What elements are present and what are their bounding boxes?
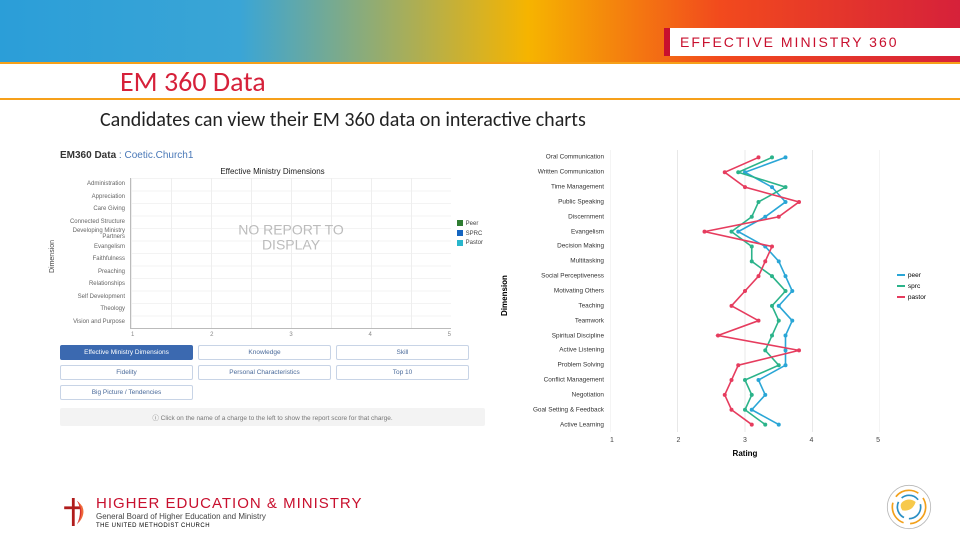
left-legend-item: SPRC (457, 230, 483, 240)
left-chart-area[interactable]: AdministrationAppreciationCare GivingCon… (130, 178, 451, 329)
right-y-category: Spiritual Discipline (502, 332, 604, 339)
right-y-category: Active Listening (502, 347, 604, 354)
left-y-category: Connected Structure (61, 219, 125, 225)
org-church: THE UNITED METHODIST CHURCH (96, 523, 362, 530)
right-y-axis-label: Dimension (500, 275, 509, 316)
left-x-tick: 4 (368, 332, 371, 338)
org-block: HIGHER EDUCATION & MINISTRY General Boar… (96, 495, 362, 530)
left-y-category: Care Giving (61, 206, 125, 212)
left-tab[interactable]: Knowledge (198, 345, 331, 360)
org-sub: General Board of Higher Education and Mi… (96, 512, 362, 521)
left-x-tick: 3 (289, 332, 292, 338)
right-y-category: Goal Setting & Feedback (502, 406, 604, 413)
right-y-category: Discernment (502, 213, 604, 220)
left-header-prefix: EM360 Data (60, 150, 116, 161)
cross-flame-icon (60, 495, 88, 529)
no-report-text: NO REPORT TO DISPLAY (211, 223, 371, 254)
left-y-category: Vision and Purpose (61, 319, 125, 325)
left-hint: Click on the name of a charge to the lef… (60, 408, 485, 426)
right-y-category: Conflict Management (502, 377, 604, 384)
left-chart-title: Effective Ministry Dimensions (60, 167, 485, 176)
title-bar: EM 360 Data (0, 62, 960, 100)
right-y-category: Motivating Others (502, 288, 604, 295)
right-x-tick: 1 (610, 437, 614, 444)
right-legend: peersprcpastor (897, 270, 926, 303)
right-x-tick: 3 (743, 437, 747, 444)
right-legend-item: peer (897, 270, 926, 281)
left-legend: PeerSPRCPastor (457, 220, 483, 249)
left-tab[interactable]: Effective Ministry Dimensions (60, 345, 193, 360)
right-y-category: Negotiation (502, 391, 604, 398)
page-title: EM 360 Data (120, 64, 266, 99)
footer: HIGHER EDUCATION & MINISTRY General Boar… (60, 495, 362, 530)
left-y-category: Faithfulness (61, 256, 125, 262)
right-y-category: Evangelism (502, 228, 604, 235)
left-x-ticks: 1 2 3 4 5 (131, 332, 451, 338)
right-x-tick: 5 (876, 437, 880, 444)
org-main: HIGHER EDUCATION & MINISTRY (96, 495, 362, 512)
right-plot-area[interactable]: Oral CommunicationWritten CommunicationT… (610, 150, 880, 432)
left-legend-item: Peer (457, 220, 483, 230)
left-x-tick: 1 (131, 332, 134, 338)
right-x-axis-label: Rating (733, 449, 758, 458)
left-tab[interactable]: Skill (336, 345, 469, 360)
left-tab[interactable]: Personal Characteristics (198, 365, 331, 380)
left-screenshot-panel: EM360 Data : Coetic.Church1 Effective Mi… (60, 150, 485, 450)
left-y-category: Evangelism (61, 244, 125, 250)
right-y-category: Written Communication (502, 169, 604, 176)
right-y-category: Social Perceptiveness (502, 273, 604, 280)
left-y-category: Self Development (61, 294, 125, 300)
globe-icon (884, 482, 934, 532)
brand-box: EFFECTIVE MINISTRY 360 (664, 28, 960, 56)
left-x-tick: 5 (448, 332, 451, 338)
right-y-category: Time Management (502, 184, 604, 191)
right-y-category: Teamwork (502, 317, 604, 324)
right-y-category: Oral Communication (502, 154, 604, 161)
right-y-category: Public Speaking (502, 198, 604, 205)
left-legend-item: Pastor (457, 239, 483, 249)
right-y-category: Problem Solving (502, 362, 604, 369)
left-tab[interactable]: Fidelity (60, 365, 193, 380)
left-y-category: Appreciation (61, 194, 125, 200)
left-header-context: Coetic.Church1 (124, 150, 193, 161)
right-x-tick: 4 (810, 437, 814, 444)
left-header: EM360 Data : Coetic.Church1 (60, 150, 485, 161)
left-y-category: Relationships (61, 281, 125, 287)
right-chart-panel: Oral Communication Written Communication T… (500, 150, 930, 450)
brand-text: EFFECTIVE MINISTRY 360 (680, 34, 899, 50)
right-legend-item: sprc (897, 281, 926, 292)
left-y-category: Administration (61, 181, 125, 187)
left-y-category: Developing Ministry Partners (61, 228, 125, 240)
right-y-category: Multitasking (502, 258, 604, 265)
right-y-category: Decision Making (502, 243, 604, 250)
left-tabs: Effective Ministry Dimensions Knowledge Sk… (60, 345, 485, 400)
right-legend-item: pastor (897, 292, 926, 303)
left-y-category: Theology (61, 306, 125, 312)
left-tab[interactable]: Big Picture / Tendencies (60, 385, 193, 400)
right-y-category: Teaching (502, 302, 604, 309)
left-y-category: Preaching (61, 269, 125, 275)
right-x-ticks: 1 2 3 4 5 (610, 437, 880, 444)
right-chart-svg (610, 150, 880, 432)
subtitle: Candidates can view their EM 360 data on… (100, 108, 586, 132)
left-y-axis-label: Dimension (49, 240, 56, 273)
left-tab[interactable]: Top 10 (336, 365, 469, 380)
left-x-tick: 2 (210, 332, 213, 338)
right-x-tick: 2 (677, 437, 681, 444)
right-y-category: Active Learning (502, 421, 604, 428)
